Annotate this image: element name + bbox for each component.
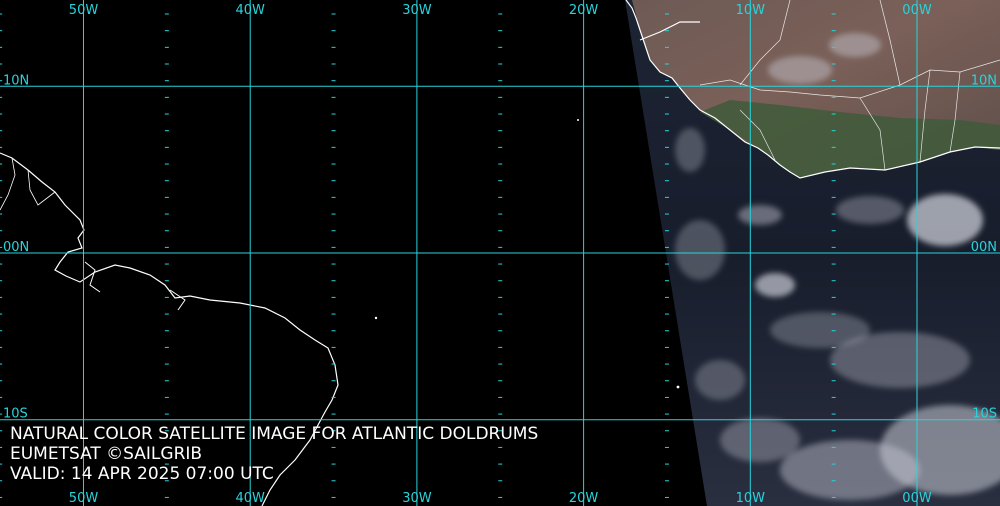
latitude-label-right: 10S [972, 407, 997, 422]
longitude-label-top: 40W [235, 3, 265, 18]
map-valid-time: VALID: 14 APR 2025 07:00 UTC [10, 464, 274, 484]
latitude-label-right: 10N [971, 73, 997, 88]
longitude-label-top: 20W [569, 3, 599, 18]
island [577, 119, 579, 121]
latitude-label-left: 00N [3, 240, 29, 255]
map-credit: EUMETSAT ©SAILGRIB [10, 444, 203, 464]
longitude-label-top: 50W [69, 3, 99, 18]
longitude-label-top: 30W [402, 3, 432, 18]
longitude-label-bottom: 10W [736, 491, 766, 506]
longitude-label-top: 00W [902, 3, 932, 18]
longitude-label-top: 10W [736, 3, 766, 18]
latitude-label-left: 10N [3, 73, 29, 88]
longitude-label-bottom: 00W [902, 491, 932, 506]
latitude-label-left: 10S [3, 407, 28, 422]
island [374, 316, 378, 320]
map-title: NATURAL COLOR SATELLITE IMAGE FOR ATLANT… [10, 424, 539, 444]
longitude-label-bottom: 30W [402, 491, 432, 506]
latitude-label-right: 00N [971, 240, 997, 255]
satellite-map-view: 50W 50W 40W 40W 30W 30W 20W 20W 10W 10W 00W 00W 10N 1… [0, 0, 1000, 506]
longitude-label-bottom: 40W [235, 491, 265, 506]
longitude-label-bottom: 50W [69, 491, 99, 506]
longitude-label-bottom: 20W [569, 491, 599, 506]
island [676, 385, 680, 389]
